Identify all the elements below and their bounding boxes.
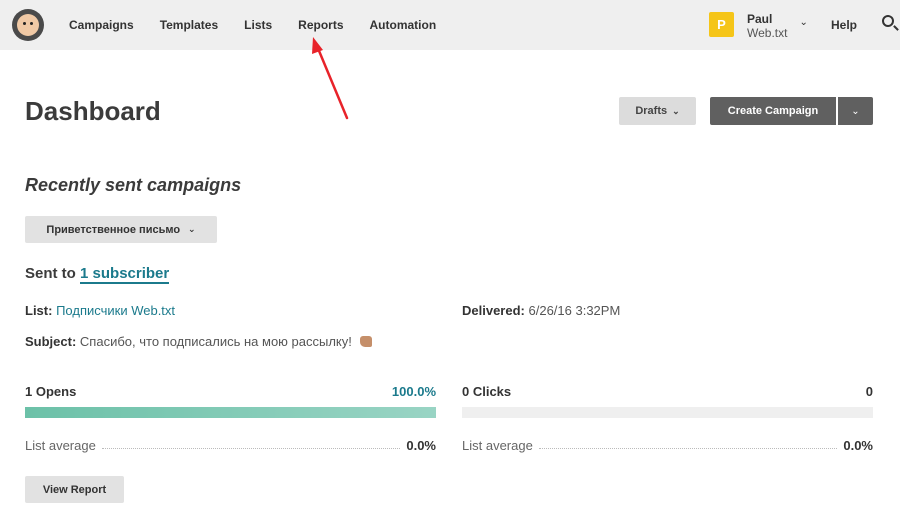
opens-label: 1 Opens — [25, 384, 77, 399]
avatar: P — [709, 12, 734, 37]
opens-bar — [25, 407, 436, 418]
mailchimp-logo-icon[interactable] — [12, 9, 44, 41]
chevron-down-icon: ⌄ — [672, 105, 680, 116]
nav-campaigns[interactable]: Campaigns — [56, 18, 147, 32]
annotation-arrow-icon — [312, 37, 349, 120]
account-text: Paul Web.txt — [747, 12, 787, 40]
delivered-value: 6/26/16 3:32PM — [528, 303, 621, 318]
sent-to-prefix: Sent to — [25, 265, 76, 282]
delivered-label: Delivered: — [462, 303, 525, 318]
nav-lists[interactable]: Lists — [231, 18, 285, 32]
view-report-button[interactable]: View Report — [25, 476, 124, 503]
opens-bar-fill — [25, 407, 436, 418]
clicks-label: 0 Clicks — [462, 384, 512, 399]
clicks-avg-label: List average — [462, 438, 533, 453]
clicks-value: 0 — [865, 384, 873, 399]
list-label: List: — [25, 303, 53, 318]
list-link[interactable]: Подписчики Web.txt — [56, 303, 175, 318]
campaign-select[interactable]: Приветственное письмо ⌄ — [25, 216, 217, 243]
create-campaign-dropdown[interactable]: ⌄ — [838, 97, 873, 125]
opens-avg-label: List average — [25, 438, 96, 453]
subject-value: Спасибо, что подписались на мою рассылку… — [79, 334, 352, 349]
nav-templates[interactable]: Templates — [147, 18, 231, 32]
user-name: Paul — [747, 12, 773, 26]
opens-list-average: List average 0.0% — [25, 437, 436, 453]
nav-automation[interactable]: Automation — [357, 18, 450, 32]
list-detail: List: Подписчики Web.txt — [25, 303, 175, 318]
main-nav: Campaigns Templates Lists Reports Automa… — [56, 0, 449, 50]
search-icon[interactable] — [882, 15, 894, 27]
delivered-detail: Delivered: 6/26/16 3:32PM — [462, 303, 620, 318]
clicks-list-average: List average 0.0% — [462, 437, 873, 453]
drafts-label: Drafts — [635, 105, 668, 117]
nav-reports[interactable]: Reports — [285, 18, 356, 32]
subscriber-link[interactable]: 1 subscriber — [80, 265, 170, 284]
drafts-button[interactable]: Drafts ⌄ — [619, 97, 696, 125]
subject-label: Subject: — [25, 334, 77, 349]
chevron-down-icon: ⌄ — [188, 224, 196, 234]
clicks-avg-value: 0.0% — [843, 438, 873, 453]
page-title: Dashboard — [25, 96, 161, 126]
campaign-select-value: Приветственное письмо — [46, 223, 181, 236]
account-menu[interactable]: P Paul Web.txt ⌄ — [709, 12, 808, 40]
clicks-bar — [462, 407, 873, 418]
opens-avg-value: 0.0% — [406, 438, 436, 453]
account-org: Web.txt — [747, 26, 788, 40]
create-campaign-button[interactable]: Create Campaign — [710, 97, 836, 125]
chevron-down-icon[interactable]: ⌄ — [799, 17, 807, 28]
thumbs-up-icon — [359, 336, 372, 347]
chevron-down-icon: ⌄ — [851, 105, 860, 117]
section-title: Recently sent campaigns — [25, 175, 242, 195]
subject-detail: Subject: Спасибо, что подписались на мою… — [25, 334, 372, 349]
help-link[interactable]: Help — [831, 18, 857, 32]
opens-value: 100.0% — [391, 384, 436, 399]
sent-to-line: Sent to 1 subscriber — [25, 265, 170, 284]
top-navigation-bar: Campaigns Templates Lists Reports Automa… — [0, 0, 900, 50]
